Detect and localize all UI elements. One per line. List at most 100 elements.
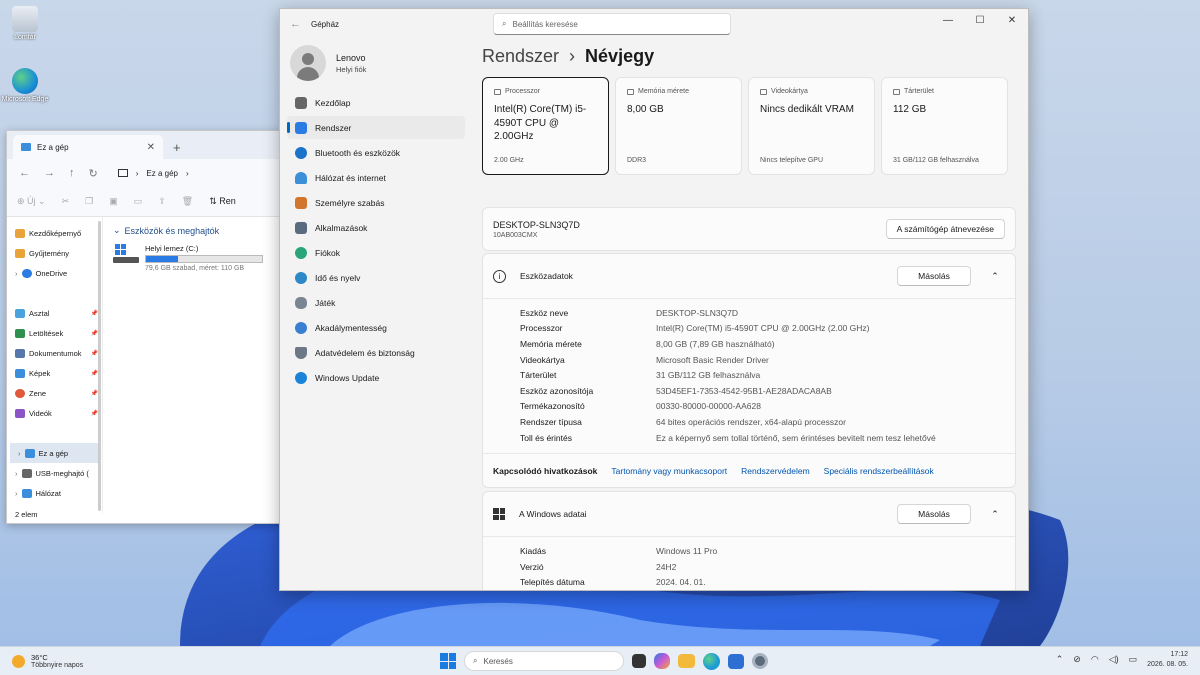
task-view-icon[interactable] — [632, 654, 646, 668]
address-text: Ez a gép — [146, 168, 178, 178]
weather-widget[interactable]: 36°C Többnyire napos — [0, 653, 83, 669]
new-button[interactable]: ⊕ Új ⌄ — [17, 196, 46, 207]
link-domain-workgroup[interactable]: Tartomány vagy munkacsoport — [611, 466, 727, 476]
network-disconnected-icon[interactable]: ⊘ — [1073, 654, 1081, 665]
nav-item-bluetooth[interactable]: Bluetooth és eszközök — [287, 141, 465, 164]
paste-icon[interactable]: ▣ — [109, 196, 118, 207]
bluetooth-icon — [295, 146, 307, 159]
sidebar-item-usb[interactable]: › USB-meghajtó ( — [7, 463, 102, 483]
download-icon — [15, 328, 25, 338]
device-specs-header[interactable]: i Eszközadatok Másolás ⌃ — [483, 254, 1015, 298]
chevron-right-icon[interactable]: › — [15, 489, 18, 498]
nav-item-system[interactable]: Rendszer — [287, 116, 465, 139]
windows-specs-header[interactable]: A Windows adatai Másolás ⌃ — [483, 492, 1015, 536]
forward-arrow-icon[interactable]: → — [44, 167, 55, 179]
share-icon[interactable]: ⇪ — [158, 196, 166, 207]
nav-item-time-language[interactable]: Idő és nyelv — [287, 266, 465, 289]
avatar — [290, 45, 326, 81]
nav-item-gaming[interactable]: Játék — [287, 291, 465, 314]
wifi-icon[interactable]: ◠ — [1091, 654, 1099, 665]
nav-label: Windows Update — [315, 372, 380, 383]
sidebar-item-documents[interactable]: Dokumentumok 📌 — [7, 343, 102, 363]
nav-item-personalization[interactable]: Személyre szabás — [287, 191, 465, 214]
copy-windows-specs-button[interactable]: Másolás — [897, 504, 971, 525]
chevron-right-icon[interactable]: › — [18, 449, 21, 458]
explorer-tab[interactable]: Ez a gép ✕ — [13, 135, 163, 159]
back-arrow-icon[interactable]: ← — [290, 18, 301, 30]
settings-icon[interactable] — [752, 653, 768, 669]
nav-item-windows-update[interactable]: Windows Update — [287, 366, 465, 389]
spec-card-memory[interactable]: Memória mérete 8,00 GB DDR3 — [615, 77, 742, 175]
battery-icon[interactable]: ▭ — [1129, 654, 1138, 665]
nav-item-home[interactable]: Kezdőlap — [287, 91, 465, 114]
chevron-right-icon[interactable]: › — [15, 469, 18, 478]
system-tray: ⌃ ⊘ ◠ ◁) ▭ 17:12 2026. 08. 05. — [1056, 650, 1188, 670]
sidebar-item-pictures[interactable]: Képek 📌 — [7, 363, 102, 383]
close-tab-icon[interactable]: ✕ — [147, 142, 155, 153]
sidebar-item-gallery[interactable]: Gyűjtemény — [7, 243, 102, 263]
taskbar-search[interactable]: ⌕ Keresés — [464, 651, 624, 671]
section-title: A Windows adatai — [519, 509, 587, 520]
link-advanced-system-settings[interactable]: Speciális rendszerbeállítások — [824, 466, 934, 476]
nav-item-accessibility[interactable]: Akadálymentesség — [287, 316, 465, 339]
spec-card-storage[interactable]: Tárterület 112 GB 31 GB/112 GB felhaszná… — [881, 77, 1008, 175]
copilot-icon[interactable] — [654, 653, 670, 669]
sidebar-item-home[interactable]: Kezdőképernyő — [7, 223, 102, 243]
edge-icon[interactable] — [703, 652, 720, 670]
spec-card-processor[interactable]: Processzor Intel(R) Core(TM) i5-4590T CP… — [482, 77, 609, 175]
clock[interactable]: 17:12 2026. 08. 05. — [1147, 650, 1188, 670]
explorer-body: Kezdőképernyő Gyűjtemény › OneDrive Aszta… — [7, 217, 285, 513]
address-bar[interactable]: › Ez a gép › — [117, 168, 189, 178]
page-title: Névjegy — [585, 45, 655, 66]
nav-item-network[interactable]: Hálózat és internet — [287, 166, 465, 189]
sidebar-item-downloads[interactable]: Letöltések 📌 — [7, 323, 102, 343]
breadcrumb-parent[interactable]: Rendszer — [482, 46, 559, 67]
minimize-icon[interactable]: — — [932, 9, 964, 31]
link-system-protection[interactable]: Rendszervédelem — [741, 466, 810, 476]
nav-item-privacy[interactable]: Adatvédelem és biztonság — [287, 341, 465, 364]
chevron-up-icon[interactable]: ⌃ — [985, 509, 1005, 520]
maximize-icon[interactable]: ☐ — [964, 9, 996, 31]
user-profile[interactable]: Lenovo Helyi fiók — [280, 39, 472, 91]
copy-device-specs-button[interactable]: Másolás — [897, 266, 971, 286]
nav-item-apps[interactable]: Alkalmazások — [287, 216, 465, 239]
sidebar-item-onedrive[interactable]: › OneDrive — [7, 263, 102, 283]
desktop-icon-edge[interactable]: Microsoft Edge — [0, 68, 50, 103]
cut-icon[interactable]: ✂ — [62, 196, 70, 207]
computer-icon — [21, 143, 31, 151]
drives-group-header[interactable]: ⌄ Eszközök és meghajtók — [113, 225, 275, 236]
chevron-right-icon[interactable]: › — [15, 269, 18, 278]
up-arrow-icon[interactable]: ↑ — [69, 167, 75, 179]
sidebar-item-this-pc[interactable]: › Ez a gép — [10, 443, 99, 463]
sort-button[interactable]: ⇅ Ren — [209, 196, 236, 207]
rename-pc-button[interactable]: A számítógép átnevezése — [885, 219, 1005, 239]
volume-icon[interactable]: ◁) — [1109, 654, 1119, 665]
settings-search-input[interactable]: ⌕ Beállítás keresése — [493, 13, 731, 35]
breadcrumb: Rendszer › Névjegy — [482, 39, 1016, 73]
sidebar-item-videos[interactable]: Videók 📌 — [7, 403, 102, 423]
spec-row-key: Kiadás — [520, 546, 546, 557]
store-icon[interactable] — [728, 653, 744, 669]
new-tab-icon[interactable]: + — [163, 140, 191, 159]
sidebar-item-desktop[interactable]: Asztal 📌 — [7, 303, 102, 323]
delete-icon[interactable]: 🗑 — [182, 196, 193, 207]
copy-icon[interactable]: ❐ — [85, 196, 93, 207]
refresh-icon[interactable]: ↻ — [89, 167, 98, 180]
gallery-icon — [15, 248, 25, 258]
sidebar-item-music[interactable]: Zene 📌 — [7, 383, 102, 403]
sidebar-scrollbar[interactable] — [98, 221, 101, 511]
back-arrow-icon[interactable]: ← — [19, 167, 30, 179]
start-button[interactable] — [440, 653, 456, 669]
sidebar-item-network[interactable]: › Hálózat — [7, 483, 102, 503]
app-title: Gépház — [311, 19, 340, 29]
nav-item-accounts[interactable]: Fiókok — [287, 241, 465, 264]
chevron-up-icon[interactable]: ⌃ — [985, 271, 1005, 282]
close-icon[interactable]: ✕ — [996, 9, 1028, 31]
nav-label: Hálózat és internet — [315, 172, 386, 183]
desktop-icon-recycle-bin[interactable]: Lomtár — [0, 6, 50, 41]
chevron-up-icon[interactable]: ⌃ — [1056, 654, 1064, 665]
drive-item[interactable]: Helyi lemez (C:) 79,6 GB szabad, méret: … — [113, 244, 275, 272]
file-explorer-icon[interactable] — [678, 654, 695, 668]
spec-card-graphics[interactable]: Videokártya Nincs dedikált VRAM Nincs te… — [748, 77, 875, 175]
rename-icon[interactable]: ▭ — [134, 196, 143, 207]
